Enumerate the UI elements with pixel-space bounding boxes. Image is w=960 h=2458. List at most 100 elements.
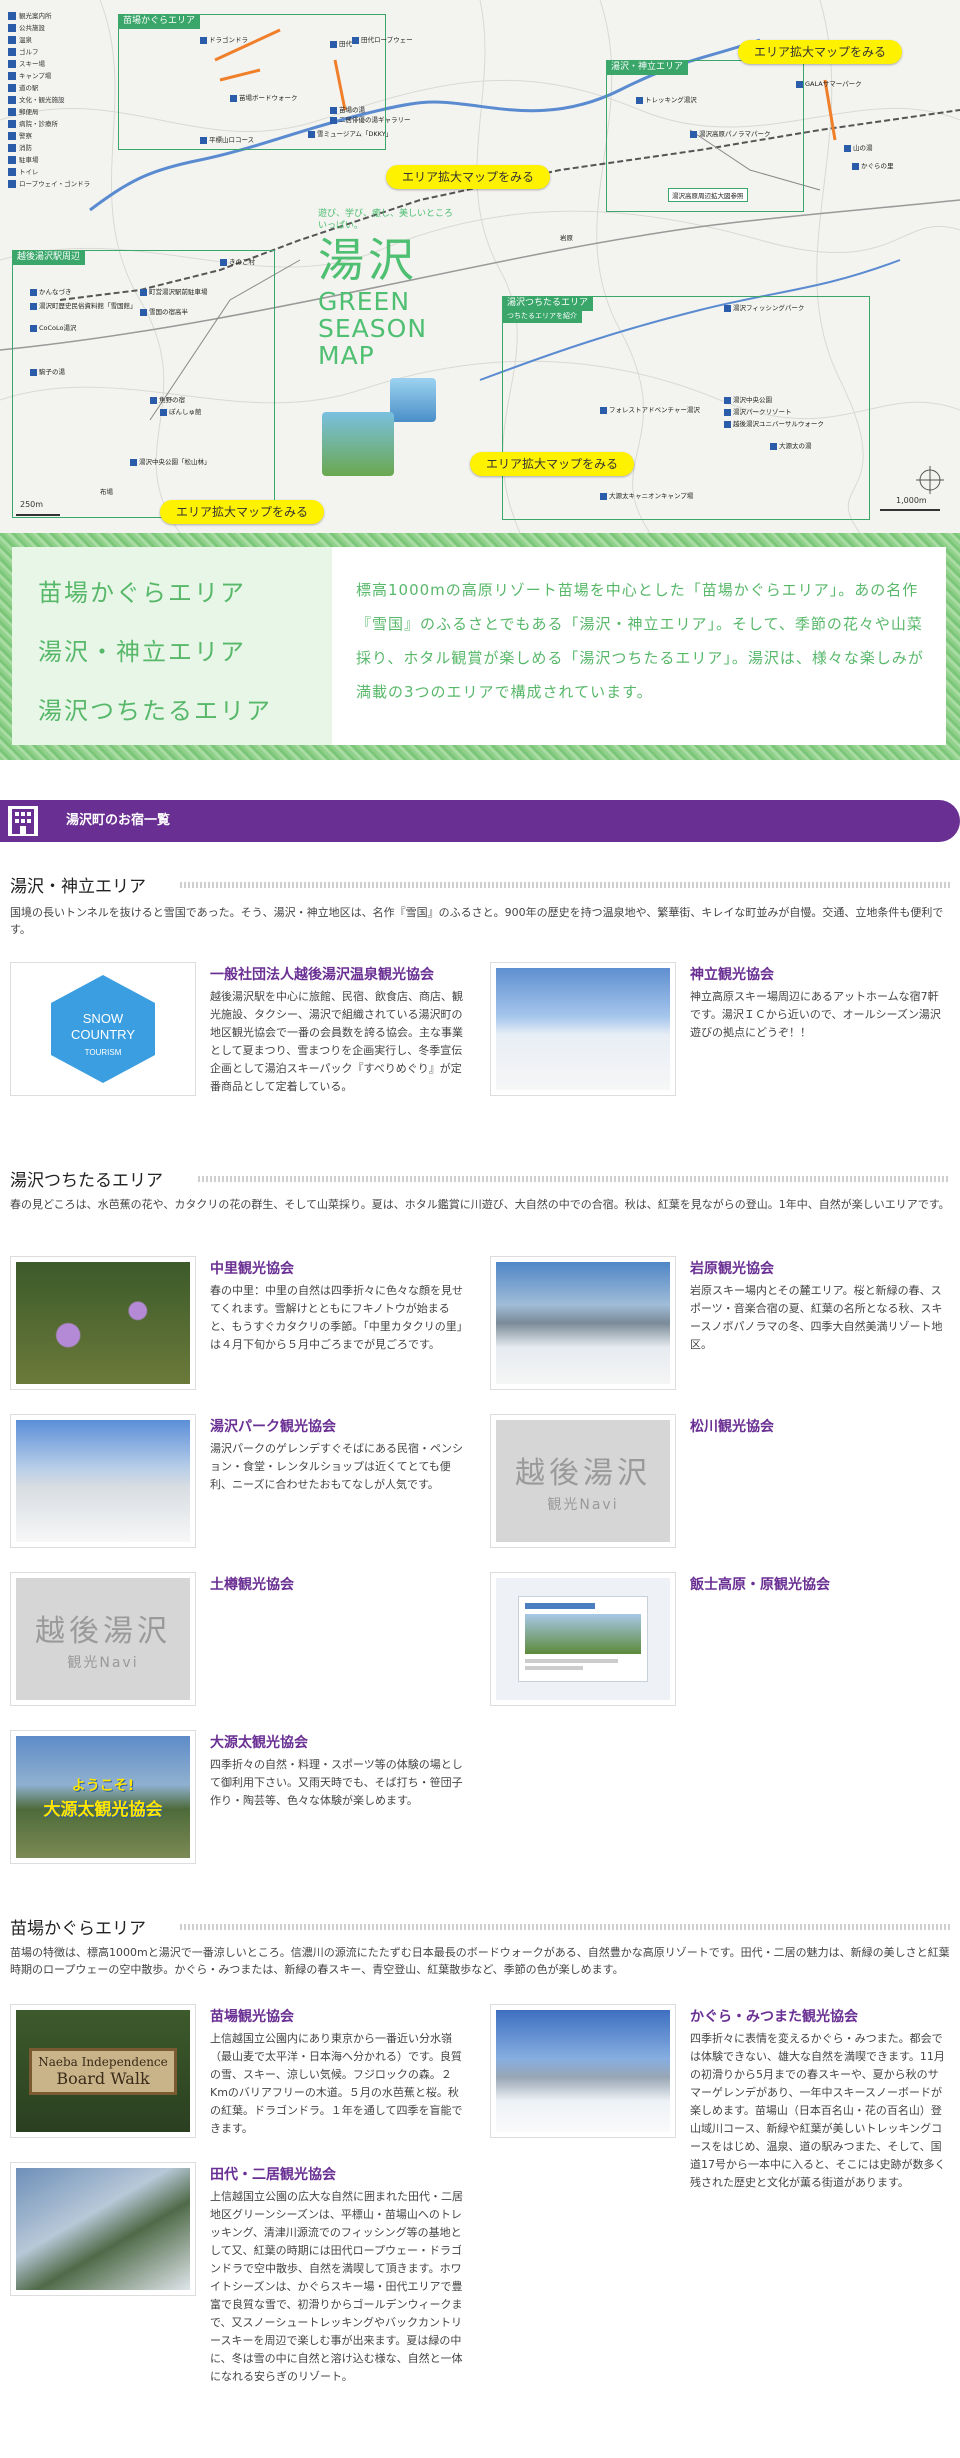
- fire-station-icon: [8, 144, 16, 152]
- map-tagline: 遊び、学び、癒し、美しいところいっぱい。: [318, 209, 454, 231]
- section-rule: [198, 1176, 950, 1182]
- legend-item: 文化・観光施設: [8, 94, 98, 106]
- association-name[interactable]: 土樽観光協会: [210, 1574, 294, 1594]
- association-thumbnail[interactable]: [490, 1256, 676, 1390]
- ski-icon: [8, 60, 16, 68]
- poi[interactable]: 雪国の宿高半: [140, 306, 188, 316]
- expand-map-button-station[interactable]: エリア拡大マップをみる: [160, 500, 325, 524]
- association-name[interactable]: 湯沢パーク観光協会: [210, 1416, 336, 1436]
- poi[interactable]: GALAサマーパーク: [796, 78, 862, 88]
- association-name[interactable]: 田代・二居観光協会: [210, 2164, 336, 2184]
- poi[interactable]: 山の湯: [844, 142, 873, 152]
- association-name[interactable]: 中里観光協会: [210, 1258, 294, 1278]
- association-description: 湯沢パークのゲレンデすぐそばにある民宿・ペンション・食堂・レンタルショップは近く…: [210, 1442, 463, 1491]
- expand-map-button-tsuchitaru[interactable]: エリア拡大マップをみる: [470, 452, 635, 476]
- poi[interactable]: きのこ村: [220, 256, 255, 266]
- association-name[interactable]: かぐら・みつまた観光協会: [690, 2006, 858, 2026]
- poi[interactable]: 湯沢中央公園: [724, 394, 772, 404]
- poi[interactable]: ぽんしゅ館: [160, 406, 202, 416]
- camp-icon: [8, 72, 16, 80]
- navi-placeholder: 越後湯沢 観光Navi: [16, 1578, 190, 1700]
- association-name[interactable]: 苗場観光協会: [210, 2006, 294, 2026]
- poi[interactable]: 魚野の宿: [150, 394, 185, 404]
- area-label-station: 越後湯沢駅周辺: [12, 250, 86, 265]
- poi[interactable]: 湯沢町歴史民俗資料館「雪国館」: [30, 300, 137, 310]
- poi[interactable]: 越後湯沢ユニバーサルウォーク: [724, 418, 824, 428]
- map-scale-small: 250m: [20, 500, 44, 509]
- poi[interactable]: 田代: [330, 38, 352, 48]
- poi[interactable]: 湯沢パークリゾート: [724, 406, 792, 416]
- badge-association: 大源太観光協会: [43, 1799, 163, 1820]
- legend-item: 駐車場: [8, 154, 98, 166]
- poi[interactable]: 町営湯沢駅前駐車場: [140, 286, 208, 296]
- banner-area-tsuchitaru: 湯沢つちたるエリア: [38, 697, 272, 725]
- poi[interactable]: かぐらの里: [852, 160, 894, 170]
- area-label-yuzawa: 湯沢・神立エリア: [606, 60, 689, 75]
- poi[interactable]: CoCoLo湯沢: [30, 322, 77, 332]
- poi[interactable]: ドラゴンドラ: [200, 34, 248, 44]
- association-thumbnail[interactable]: SNOW COUNTRY TOURISM: [10, 962, 196, 1096]
- expand-map-button-yuzawa[interactable]: エリア拡大マップをみる: [738, 40, 903, 64]
- association-thumbnail[interactable]: [490, 1572, 676, 1706]
- poi[interactable]: 大源太の湯: [770, 440, 812, 450]
- building-icon: [8, 24, 16, 32]
- poi[interactable]: かんなづき: [30, 286, 72, 296]
- poi[interactable]: フォレストアドベンチャー湯沢: [600, 404, 700, 414]
- association-name[interactable]: 一般社団法人越後湯沢温泉観光協会: [210, 964, 434, 984]
- association-thumbnail[interactable]: [490, 2004, 676, 2138]
- legend-item: 道の駅: [8, 82, 98, 94]
- poi[interactable]: 湯沢高原パノラマパーク: [690, 128, 771, 138]
- banner-area-naeba: 苗場かぐらエリア: [38, 579, 246, 607]
- svg-text:COUNTRY: COUNTRY: [71, 1027, 135, 1042]
- poi: 布場: [100, 488, 113, 496]
- association-thumbnail[interactable]: Naeba Independence Board Walk: [10, 2004, 196, 2138]
- association-name[interactable]: 大源太観光協会: [210, 1732, 308, 1752]
- map-title-kanji: 湯沢: [318, 233, 418, 287]
- association-thumbnail[interactable]: [10, 2162, 196, 2296]
- poi[interactable]: 二居俳優の湯ギャラリー: [330, 114, 411, 124]
- legend-item: 公共施設: [8, 22, 98, 34]
- poi[interactable]: 大源太キャニオンキャンプ場: [600, 490, 693, 500]
- map-legend: 観光案内所 公共施設 温泉 ゴルフ スキー場 キャンプ場 道の駅 文化・観光施設…: [8, 10, 98, 190]
- section-title-naeba: 苗場かぐらエリア: [10, 1919, 146, 1939]
- poi[interactable]: 田代ロープウェー: [352, 34, 413, 44]
- area-label-tsuchitaru: 湯沢つちたるエリア: [502, 296, 594, 311]
- association-thumbnail[interactable]: [490, 962, 676, 1096]
- association-name[interactable]: 神立観光協会: [690, 964, 774, 984]
- legend-item: 観光案内所: [8, 10, 98, 22]
- poi[interactable]: 湯沢フィッシングパーク: [724, 302, 804, 312]
- snow-country-logo: SNOW COUNTRY TOURISM: [51, 975, 155, 1083]
- banner-description: 標高1000mの高原リゾート苗場を中心とした「苗場かぐらエリア」。あの名作『雪国…: [356, 581, 924, 701]
- association-thumbnail[interactable]: ようこそ! 大源太観光協会: [10, 1730, 196, 1864]
- area-sublabel-tsuchitaru: つちたるエリアを紹介: [502, 310, 582, 323]
- area-banner: 苗場かぐらエリア 湯沢・神立エリア 湯沢つちたるエリア 標高1000mの高原リゾ…: [0, 533, 960, 760]
- association-thumbnail[interactable]: [10, 1256, 196, 1390]
- golf-icon: [8, 48, 16, 56]
- hospital-icon: [8, 120, 16, 128]
- poi[interactable]: 苗場ボードウォーク: [230, 92, 298, 102]
- poi[interactable]: 苗場の湯: [330, 104, 365, 114]
- association-thumbnail[interactable]: [10, 1414, 196, 1548]
- ropeway-icon: [8, 180, 16, 188]
- expand-map-button-naeba[interactable]: エリア拡大マップをみる: [386, 165, 551, 189]
- section-title-tsuchitaru: 湯沢つちたるエリア: [10, 1171, 163, 1191]
- post-office-icon: [8, 108, 16, 116]
- poi[interactable]: 湯沢中央公園「松山林」: [130, 456, 211, 466]
- photo-family: [322, 412, 394, 476]
- section-rule: [180, 1924, 950, 1930]
- association-name[interactable]: 岩原観光協会: [690, 1258, 774, 1278]
- poi[interactable]: 駒子の湯: [30, 366, 65, 376]
- building-icon: [8, 806, 38, 836]
- legend-item: 病院・診療所: [8, 118, 98, 130]
- roadside-station-icon: [8, 84, 16, 92]
- legend-item: 警察: [8, 130, 98, 142]
- association-name[interactable]: 飯士高原・原観光協会: [690, 1574, 830, 1594]
- poi[interactable]: 平標山ロコース: [200, 134, 254, 144]
- association-thumbnail[interactable]: 越後湯沢 観光Navi: [10, 1572, 196, 1706]
- map-scale: 1,000m: [896, 496, 927, 505]
- association-thumbnail[interactable]: 越後湯沢 観光Navi: [490, 1414, 676, 1548]
- lodging-list-title: 湯沢町のお宿一覧: [66, 813, 171, 828]
- poi[interactable]: トレッキング湯沢: [636, 94, 697, 104]
- poi[interactable]: 雪ミュージアム「DKKY」: [308, 128, 392, 138]
- association-name[interactable]: 松川観光協会: [690, 1416, 774, 1436]
